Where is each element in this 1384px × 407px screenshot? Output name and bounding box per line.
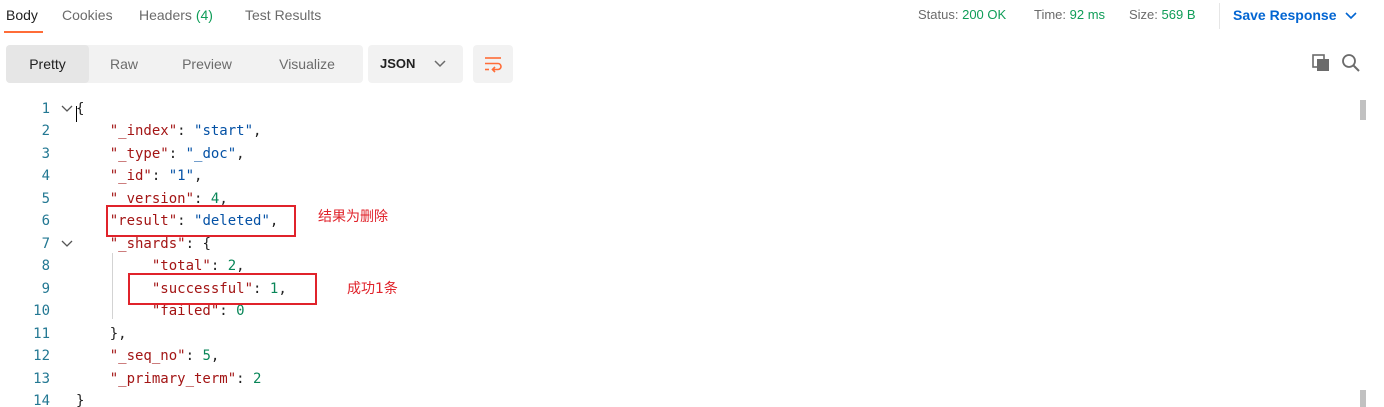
view-mode-raw[interactable]: Raw — [89, 45, 159, 83]
code-line-1: { — [76, 100, 84, 118]
json-value: { — [202, 236, 211, 252]
json-value: "start" — [194, 123, 254, 139]
line-number: 4 — [41, 168, 50, 184]
annotation-successful-note: 成功1条 — [347, 281, 398, 297]
chevron-down-icon[interactable] — [60, 102, 74, 116]
code-line-14: } — [76, 392, 84, 407]
copy-icon[interactable] — [1311, 53, 1331, 78]
line-number: 1 — [41, 101, 50, 117]
json-sep: : — [151, 168, 169, 184]
chevron-down-icon — [1344, 12, 1357, 20]
view-mode-preview[interactable]: Preview — [159, 45, 255, 83]
json-end: , — [236, 258, 245, 274]
status-value: 200 OK — [962, 7, 1007, 22]
tab-headers-label: Headers — [139, 7, 192, 23]
code-line-13: "_primary_term": 2 — [76, 370, 262, 388]
tab-headers[interactable]: Headers (4) — [139, 7, 213, 23]
code-line-3: "_type": "_doc", — [76, 145, 245, 163]
json-value: "_doc" — [185, 146, 237, 162]
json-sep: : — [168, 146, 186, 162]
json-key: "_primary_term" — [109, 371, 237, 387]
active-tab-indicator — [4, 31, 43, 33]
scrollbar-thumb[interactable] — [1360, 100, 1366, 120]
line-number: 5 — [41, 191, 50, 207]
code-line-7: "_shards": { — [76, 235, 211, 253]
json-sep: : — [219, 303, 237, 319]
json-value: 2 — [227, 258, 237, 274]
chevron-down-icon[interactable] — [60, 237, 74, 251]
json-key: "failed" — [151, 303, 220, 319]
json-value: "1" — [168, 168, 195, 184]
line-number: 9 — [41, 281, 50, 297]
json-end: , — [210, 348, 220, 364]
divider — [1219, 3, 1220, 29]
annotation-box-result — [106, 205, 296, 237]
annotation-box-successful — [128, 273, 317, 305]
json-key: "_type" — [109, 146, 169, 162]
save-response-label: Save Response — [1233, 7, 1337, 23]
code-line-2: "_index": "start", — [76, 122, 262, 140]
line-number: 14 — [33, 393, 50, 407]
wrap-lines-icon — [485, 57, 502, 73]
format-select[interactable]: JSON — [368, 45, 463, 83]
view-mode-segmented-control: Pretty Raw Preview Visualize — [6, 45, 363, 83]
json-key: "_shards" — [109, 236, 186, 252]
format-select-value: JSON — [380, 56, 416, 71]
time-label: Time: — [1034, 7, 1067, 22]
brace: }, — [109, 326, 127, 342]
response-body-editor[interactable]: 1 { 2 "_index": "start", 3 "_type": "_do… — [0, 97, 1384, 407]
scrollbar-marker — [1360, 390, 1366, 407]
brace: } — [76, 393, 85, 407]
json-key: "_id" — [109, 168, 152, 184]
json-sep: : — [185, 348, 203, 364]
view-mode-visualize[interactable]: Visualize — [255, 45, 359, 83]
json-end: , — [194, 168, 203, 184]
code-line-12: "_seq_no": 5, — [76, 347, 220, 365]
time-indicator[interactable]: Time: 92 ms — [1034, 7, 1105, 22]
line-number: 11 — [33, 326, 50, 342]
json-value: 2 — [253, 371, 262, 387]
size-label: Size: — [1129, 7, 1158, 22]
line-number: 2 — [41, 123, 50, 139]
json-value: 5 — [202, 348, 211, 364]
json-sep: : — [236, 371, 254, 387]
json-key: "_seq_no" — [109, 348, 186, 364]
json-end: , — [253, 123, 262, 139]
line-number: 8 — [41, 258, 50, 274]
json-value: 0 — [236, 303, 245, 319]
code-line-4: "_id": "1", — [76, 167, 203, 185]
json-key: "total" — [151, 258, 211, 274]
json-sep: : — [185, 236, 203, 252]
tab-cookies[interactable]: Cookies — [62, 7, 113, 23]
size-value: 569 B — [1161, 7, 1196, 22]
brace: { — [76, 101, 85, 117]
wrap-lines-button[interactable] — [473, 45, 513, 83]
line-number: 13 — [33, 371, 50, 387]
status-label: Status: — [918, 7, 959, 22]
chevron-down-icon — [434, 60, 446, 68]
line-number: 7 — [41, 236, 50, 252]
json-sep: : — [210, 258, 228, 274]
line-number: 3 — [41, 146, 50, 162]
annotation-result-note: 结果为删除 — [318, 209, 388, 225]
response-tab-bar: Body Cookies Headers (4) Test Results St… — [0, 0, 1384, 34]
json-key: "_index" — [109, 123, 178, 139]
tab-body[interactable]: Body — [6, 7, 38, 23]
save-response-button[interactable]: Save Response — [1233, 7, 1357, 23]
json-sep: : — [177, 123, 195, 139]
view-mode-pretty[interactable]: Pretty — [6, 45, 89, 83]
line-number: 10 — [33, 303, 50, 319]
search-icon[interactable] — [1341, 53, 1361, 78]
status-indicator[interactable]: Status: 200 OK — [918, 7, 1006, 22]
vertical-scrollbar[interactable] — [1356, 97, 1370, 407]
size-indicator[interactable]: Size: 569 B — [1129, 7, 1196, 22]
tab-test-results[interactable]: Test Results — [245, 7, 321, 23]
time-value: 92 ms — [1069, 7, 1106, 22]
json-end: , — [236, 146, 245, 162]
line-number: 12 — [33, 348, 50, 364]
line-number: 6 — [41, 213, 50, 229]
code-line-11: }, — [76, 325, 127, 343]
headers-count-badge: (4) — [195, 7, 213, 23]
